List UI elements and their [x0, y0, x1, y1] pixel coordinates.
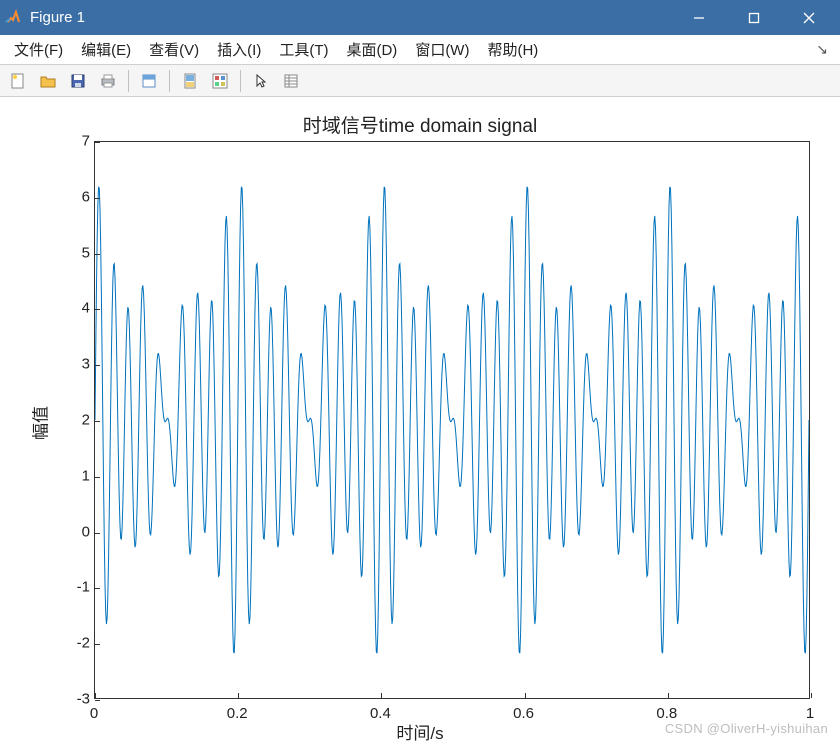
x-tick-label: 0.4 [370, 705, 391, 722]
close-button[interactable] [781, 0, 836, 35]
menu-edit[interactable]: 编辑(E) [73, 35, 139, 64]
x-tick-label: 0.2 [227, 705, 248, 722]
print-button[interactable] [94, 68, 122, 94]
menu-help[interactable]: 帮助(H) [479, 35, 546, 64]
menu-desktop[interactable]: 桌面(D) [338, 35, 405, 64]
toolbar-separator [169, 70, 170, 92]
link-plot-button[interactable] [176, 68, 204, 94]
open-button[interactable] [34, 68, 62, 94]
toolbar-separator [240, 70, 241, 92]
y-tick-label: 5 [60, 244, 90, 261]
toolbar-separator [128, 70, 129, 92]
y-axis-label: 幅值 [27, 406, 52, 440]
chart: 时域信号time domain signal 幅值 时间/s -3-2-1012… [0, 97, 840, 748]
figure-canvas: 时域信号time domain signal 幅值 时间/s -3-2-1012… [0, 97, 840, 748]
x-tick-label: 0.6 [513, 705, 534, 722]
minimize-button[interactable] [671, 0, 726, 35]
y-tick-label: 7 [60, 133, 90, 150]
save-button[interactable] [64, 68, 92, 94]
x-tick-label: 0 [90, 705, 98, 722]
y-tick-label: 1 [60, 467, 90, 484]
y-tick-label: 6 [60, 188, 90, 205]
pointer-button[interactable] [247, 68, 275, 94]
y-tick-label: 2 [60, 412, 90, 429]
signal-line [95, 142, 809, 698]
matlab-icon [4, 8, 24, 28]
watermark-text: CSDN @OliverH-yishuihan [665, 721, 828, 736]
maximize-button[interactable] [726, 0, 781, 35]
insert-colorbar-button[interactable] [206, 68, 234, 94]
y-tick-label: 0 [60, 523, 90, 540]
menu-insert[interactable]: 插入(I) [209, 35, 269, 64]
menu-tools[interactable]: 工具(T) [271, 35, 336, 64]
menu-view[interactable]: 查看(V) [141, 35, 207, 64]
titlebar: Figure 1 [0, 0, 840, 35]
y-tick-label: -2 [60, 635, 90, 652]
data-tips-button[interactable] [277, 68, 305, 94]
new-figure-button[interactable] [4, 68, 32, 94]
edit-plot-button[interactable] [135, 68, 163, 94]
y-tick-label: -1 [60, 579, 90, 596]
axes-box[interactable] [94, 141, 810, 699]
menu-file[interactable]: 文件(F) [6, 35, 71, 64]
toolbar [0, 65, 840, 97]
y-ticks: -3-2-101234567 [60, 141, 90, 699]
window-title: Figure 1 [30, 9, 671, 26]
menu-window[interactable]: 窗口(W) [407, 35, 477, 64]
x-tick-label: 0.8 [656, 705, 677, 722]
y-tick-label: -3 [60, 691, 90, 708]
chart-title: 时域信号time domain signal [0, 111, 840, 138]
dock-grip-icon[interactable]: ↘ [810, 41, 834, 58]
x-tick-label: 1 [806, 705, 814, 722]
menubar: 文件(F) 编辑(E) 查看(V) 插入(I) 工具(T) 桌面(D) 窗口(W… [0, 35, 840, 65]
y-tick-label: 3 [60, 356, 90, 373]
y-tick-label: 4 [60, 300, 90, 317]
